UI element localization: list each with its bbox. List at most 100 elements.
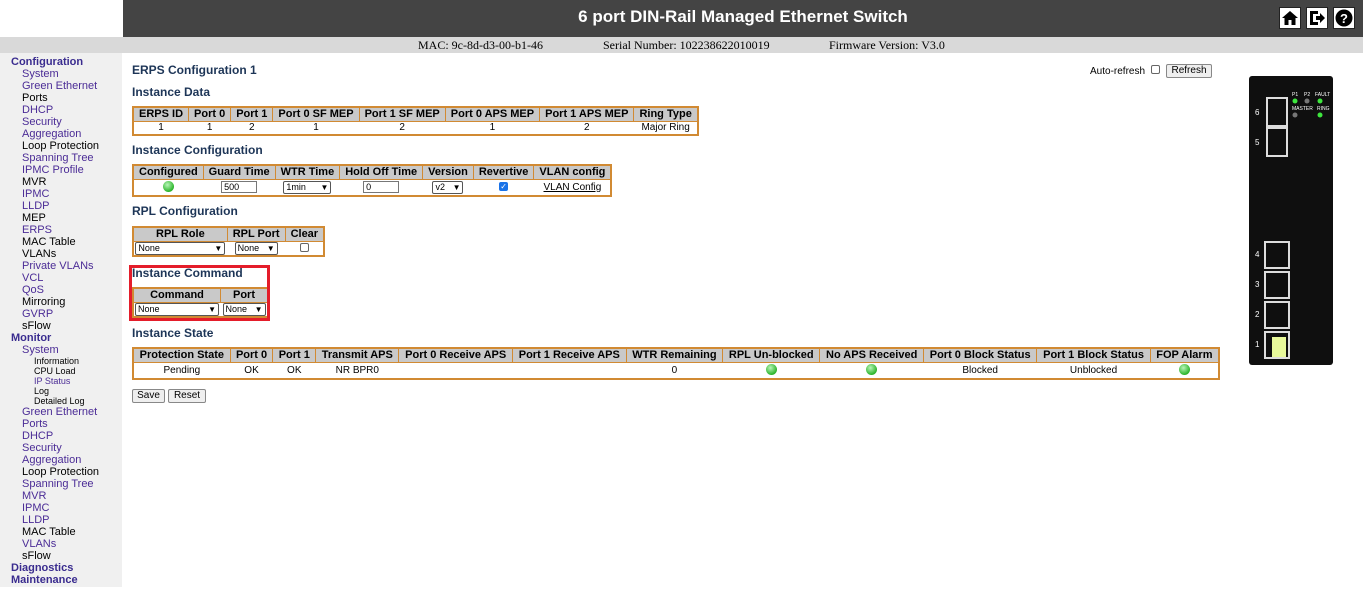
nav-config-green-ethernet[interactable]: Green Ethernet: [22, 80, 97, 92]
col-wtr-remaining: WTR Remaining: [625, 347, 724, 363]
port-label-6: 6: [1255, 108, 1260, 117]
device-info-bar: MAC: 9c-8d-d3-00-b1-46 Serial Number: 10…: [0, 37, 1363, 53]
rpl-unblocked-led-icon: [765, 364, 777, 376]
help-icon[interactable]: ?: [1333, 7, 1355, 29]
rj45-port-3-icon: [1264, 271, 1290, 299]
nav-monitor-spanning-tree[interactable]: Spanning Tree: [22, 478, 94, 490]
nav-config-ports[interactable]: Ports: [22, 92, 48, 104]
rj45-port-4-icon: [1264, 241, 1290, 269]
table-row: 500 1min ▼ 0 v2 ▼ ✓ VLAN Config: [132, 179, 612, 197]
table-row: Pending OK OK NR BPR0 0 Blocked Unblocke…: [132, 362, 1220, 380]
nav-config-lldp[interactable]: LLDP: [22, 200, 50, 212]
col-wtr-time: WTR Time: [274, 164, 341, 180]
nav-monitor-loop-protection[interactable]: Loop Protection: [22, 466, 99, 478]
rj45-port-2-icon: [1264, 301, 1290, 329]
nav-config-private-vlans[interactable]: Private VLANs: [22, 260, 94, 272]
vlan-config-link[interactable]: VLAN Config: [544, 182, 602, 193]
clear-checkbox[interactable]: [299, 243, 309, 253]
col-port1-receive-aps: Port 1 Receive APS: [512, 347, 627, 363]
nav-config-aggregation[interactable]: Aggregation: [22, 128, 81, 140]
nav-config-loop-protection[interactable]: Loop Protection: [22, 140, 99, 152]
nav-config-qos[interactable]: QoS: [22, 284, 44, 296]
nav-monitor-ipmc[interactable]: IPMC: [22, 502, 50, 514]
cell-transmit-aps: NR BPR0: [315, 362, 400, 380]
nav-config-vlans[interactable]: VLANs: [22, 248, 56, 260]
nav-monitor-lldp[interactable]: LLDP: [22, 514, 50, 526]
nav-monitor-mvr[interactable]: MVR: [22, 490, 46, 502]
nav-config-mep[interactable]: MEP: [22, 212, 46, 224]
nav-config-vcl[interactable]: VCL: [22, 272, 43, 284]
led-label-fault: FAULT: [1315, 92, 1330, 98]
save-button[interactable]: Save: [132, 389, 165, 403]
nav-config-ipmc-profile[interactable]: IPMC Profile: [22, 164, 84, 176]
nav-config-gvrp[interactable]: GVRP: [22, 308, 53, 320]
nav-configuration[interactable]: Configuration: [11, 56, 83, 68]
rpl-port-select[interactable]: None ▼: [234, 242, 278, 255]
nav-monitor-aggregation[interactable]: Aggregation: [22, 454, 81, 466]
nav-config-sflow[interactable]: sFlow: [22, 320, 51, 332]
cell-port1: 2: [230, 121, 274, 136]
nav-monitor-dhcp[interactable]: DHCP: [22, 430, 53, 442]
nav-config-system[interactable]: System: [22, 68, 59, 80]
guard-time-input[interactable]: 500: [221, 181, 258, 194]
instance-data-table: ERPS ID Port 0 Port 1 Port 0 SF MEP Port…: [132, 106, 699, 136]
nav-monitor-mac-table[interactable]: MAC Table: [22, 526, 76, 538]
hold-off-time-input[interactable]: 0: [363, 181, 400, 194]
top-bar: 6 port DIN-Rail Managed Ethernet Switch …: [0, 0, 1363, 37]
col-port0-block-status: Port 0 Block Status: [922, 347, 1038, 363]
chevron-down-icon: ▼: [266, 244, 275, 253]
led-master-icon: [1292, 112, 1298, 118]
nav-diagnostics[interactable]: Diagnostics: [11, 562, 73, 574]
col-fop-alarm: FOP Alarm: [1149, 347, 1220, 363]
auto-refresh-checkbox[interactable]: [1151, 65, 1160, 74]
port-label-4: 4: [1255, 250, 1260, 259]
nav-config-ipmc[interactable]: IPMC: [22, 188, 50, 200]
reset-button[interactable]: Reset: [168, 389, 206, 403]
revertive-checkbox[interactable]: ✓: [499, 182, 509, 192]
configured-led-icon: [162, 181, 174, 193]
nav-config-security[interactable]: Security: [22, 116, 62, 128]
sfp-port-6-icon: [1266, 97, 1288, 127]
nav-monitor-vlans[interactable]: VLANs: [22, 538, 56, 550]
col-ring-type: Ring Type: [633, 106, 699, 122]
nav-config-mac-table[interactable]: MAC Table: [22, 236, 76, 248]
nav-config-mirroring[interactable]: Mirroring: [22, 296, 65, 308]
instance-state-table: Protection State Port 0 Port 1 Transmit …: [132, 347, 1220, 380]
table-row: None ▼ None ▼: [132, 241, 325, 257]
nav-monitor-sflow[interactable]: sFlow: [22, 550, 51, 562]
cell-port0-sf-mep: 1: [272, 121, 360, 136]
nav-monitor-green-ethernet[interactable]: Green Ethernet: [22, 406, 97, 418]
cell-state-port0: OK: [229, 362, 274, 380]
nav-maintenance[interactable]: Maintenance: [11, 574, 78, 586]
nav-config-spanning-tree[interactable]: Spanning Tree: [22, 152, 94, 164]
fop-alarm-led-icon: [1178, 364, 1190, 376]
col-port1-block-status: Port 1 Block Status: [1036, 347, 1151, 363]
led-label-ring: RING: [1317, 106, 1330, 112]
col-transmit-aps: Transmit APS: [315, 347, 400, 363]
nav-config-dhcp[interactable]: DHCP: [22, 104, 53, 116]
col-clear: Clear: [284, 226, 325, 242]
nav-monitor[interactable]: Monitor: [11, 332, 51, 344]
nav-config-erps[interactable]: ERPS: [22, 224, 52, 236]
nav-monitor-ports[interactable]: Ports: [22, 418, 48, 430]
rpl-role-select[interactable]: None ▼: [135, 242, 226, 255]
rpl-config-table: RPL Role RPL Port Clear None ▼ None ▼: [132, 226, 326, 258]
logout-icon[interactable]: [1306, 7, 1328, 29]
version-select[interactable]: v2 ▼: [432, 180, 464, 194]
refresh-button[interactable]: Refresh: [1166, 64, 1212, 78]
col-vlan-config: VLAN config: [533, 164, 612, 180]
logo-area: [0, 0, 123, 37]
col-port1-aps-mep: Port 1 APS MEP: [539, 106, 635, 122]
home-icon[interactable]: [1279, 7, 1301, 29]
led-label-p1: P1: [1292, 92, 1298, 98]
switch-front-panel: P1 P2 FAULT MASTER RING 6 5 4 3 2 1: [1249, 76, 1333, 365]
col-state-port0: Port 0: [229, 347, 274, 363]
table-row: 1 1 2 1 2 1 2 Major Ring: [132, 121, 699, 136]
wtr-time-select[interactable]: 1min ▼: [283, 180, 332, 194]
svg-text:?: ?: [1340, 11, 1348, 26]
nav-monitor-security[interactable]: Security: [22, 442, 62, 454]
led-p2-icon: [1304, 98, 1310, 104]
mac-address: MAC: 9c-8d-d3-00-b1-46: [418, 38, 543, 52]
nav-config-mvr[interactable]: MVR: [22, 176, 46, 188]
col-configured: Configured: [132, 164, 204, 180]
